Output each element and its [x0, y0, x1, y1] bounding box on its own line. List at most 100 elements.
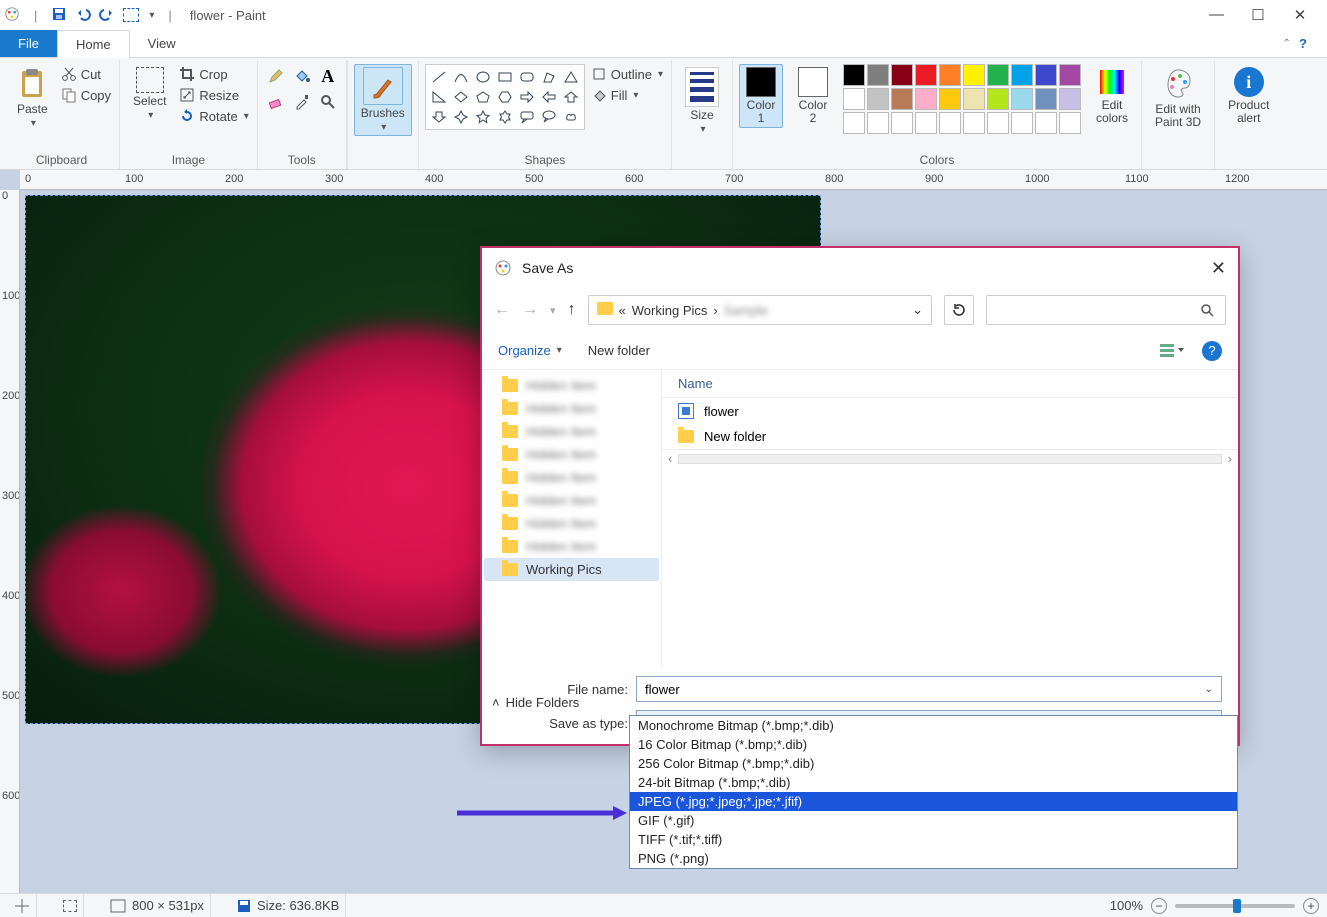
resize-button[interactable]: Resize — [177, 85, 250, 105]
editcolors-button[interactable]: Edit colors — [1089, 64, 1135, 128]
palette-swatch[interactable] — [939, 88, 961, 110]
tab-file[interactable]: File — [0, 30, 57, 57]
tool-picker[interactable] — [290, 90, 314, 114]
palette-swatch[interactable] — [843, 112, 865, 134]
collapse-ribbon-icon[interactable]: ˆ — [1284, 36, 1289, 52]
view-icon[interactable] — [1160, 343, 1184, 359]
palette-swatch[interactable] — [891, 112, 913, 134]
breadcrumb-item-blurred[interactable]: Sample — [724, 303, 768, 318]
paste-dropdown-icon[interactable]: ▾ — [31, 118, 36, 129]
nav-up-icon[interactable]: ↑ — [568, 301, 576, 319]
saveastype-option[interactable]: TIFF (*.tif;*.tiff) — [630, 830, 1237, 849]
shape-hexagon[interactable] — [495, 88, 515, 106]
palette-swatch[interactable] — [867, 64, 889, 86]
palette-swatch[interactable] — [963, 64, 985, 86]
palette-swatch[interactable] — [1059, 64, 1081, 86]
help-icon[interactable]: ? — [1299, 36, 1307, 51]
qat-customize-icon[interactable]: ▾ — [149, 10, 154, 21]
tree-item[interactable]: Hidden Item — [484, 512, 659, 535]
crop-button[interactable]: Crop — [177, 64, 250, 84]
palette-swatch[interactable] — [843, 64, 865, 86]
palette-swatch[interactable] — [891, 64, 913, 86]
palette-row3[interactable] — [843, 112, 1081, 134]
paste-button[interactable]: Paste ▾ — [10, 64, 55, 132]
qat-select-icon[interactable] — [123, 8, 139, 22]
size-button[interactable]: Size ▾ — [678, 64, 726, 138]
hidefolders-button[interactable]: ˄ Hide Folders — [492, 695, 579, 710]
brushes-button[interactable]: Brushes ▾ — [354, 64, 412, 136]
tree-item[interactable]: Hidden Item — [484, 535, 659, 558]
palette-swatch[interactable] — [963, 88, 985, 110]
address-bar[interactable]: « Working Pics › Sample ⌄ — [588, 295, 932, 325]
saveastype-option[interactable]: 16 Color Bitmap (*.bmp;*.dib) — [630, 735, 1237, 754]
tree-item[interactable]: Hidden Item — [484, 420, 659, 443]
save-icon[interactable] — [51, 6, 67, 25]
rotate-dropdown-icon[interactable]: ▾ — [244, 111, 249, 122]
shape-oval[interactable] — [473, 68, 493, 86]
close-icon[interactable]: ✕ — [1293, 6, 1307, 24]
shape-right-triangle[interactable] — [429, 88, 449, 106]
fill-dropdown-icon[interactable]: ▾ — [633, 90, 638, 101]
palette-row2[interactable] — [843, 88, 1081, 110]
size-dropdown-icon[interactable]: ▾ — [701, 124, 706, 135]
file-row[interactable]: New folder — [662, 424, 1238, 449]
refresh-button[interactable] — [944, 295, 974, 325]
tree-item[interactable]: Hidden Item — [484, 397, 659, 420]
shape-callout[interactable] — [517, 108, 537, 126]
palette-swatch[interactable] — [843, 88, 865, 110]
file-row[interactable]: flower — [662, 398, 1238, 424]
fill-button[interactable]: Fill▾ — [589, 85, 665, 105]
shape-arrow-up[interactable] — [561, 88, 581, 106]
tab-view[interactable]: View — [130, 30, 194, 57]
palette-swatch[interactable] — [987, 64, 1009, 86]
palette-swatch[interactable] — [963, 112, 985, 134]
rotate-button[interactable]: Rotate ▾ — [177, 106, 250, 126]
shape-rect[interactable] — [495, 68, 515, 86]
scroll-left-icon[interactable]: ‹ — [668, 451, 672, 466]
undo-icon[interactable] — [75, 6, 91, 25]
color1-button[interactable]: Color 1 — [739, 64, 783, 128]
saveastype-option[interactable]: GIF (*.gif) — [630, 811, 1237, 830]
file-list[interactable]: Name flowerNew folder ‹ › — [662, 370, 1238, 668]
palette-swatch[interactable] — [867, 88, 889, 110]
tool-text[interactable]: A — [316, 64, 340, 88]
shape-arrow-right[interactable] — [517, 88, 537, 106]
shape-triangle[interactable] — [561, 68, 581, 86]
organize-button[interactable]: Organize ▾ — [498, 343, 562, 358]
shape-4star[interactable] — [451, 108, 471, 126]
tree-item[interactable]: Working Pics — [484, 558, 659, 581]
tree-item[interactable]: Hidden Item — [484, 374, 659, 397]
color2-button[interactable]: Color 2 — [791, 64, 835, 128]
outline-dropdown-icon[interactable]: ▾ — [658, 69, 663, 80]
select-dropdown-icon[interactable]: ▾ — [148, 110, 153, 121]
palette-swatch[interactable] — [1059, 112, 1081, 134]
saveastype-option[interactable]: 24-bit Bitmap (*.bmp;*.dib) — [630, 773, 1237, 792]
select-button[interactable]: Select ▾ — [126, 64, 173, 124]
outline-button[interactable]: Outline▾ — [589, 64, 665, 84]
zoom-slider[interactable] — [1175, 904, 1295, 908]
shape-diamond[interactable] — [451, 88, 471, 106]
organize-dropdown-icon[interactable]: ▾ — [557, 345, 562, 356]
tool-fill[interactable] — [290, 64, 314, 88]
palette-swatch[interactable] — [987, 88, 1009, 110]
palette-swatch[interactable] — [1011, 88, 1033, 110]
tool-magnifier[interactable] — [316, 90, 340, 114]
shapes-gallery[interactable] — [425, 64, 585, 130]
palette-row1[interactable] — [843, 64, 1081, 86]
shape-polygon[interactable] — [539, 68, 559, 86]
maximize-icon[interactable]: ☐ — [1251, 6, 1265, 24]
tree-item[interactable]: Hidden Item — [484, 489, 659, 512]
palette-swatch[interactable] — [1011, 112, 1033, 134]
tab-home[interactable]: Home — [57, 30, 130, 58]
shape-arrow-down[interactable] — [429, 108, 449, 126]
saveastype-option[interactable]: JPEG (*.jpg;*.jpeg;*.jpe;*.jfif) — [630, 792, 1237, 811]
copy-button[interactable]: Copy — [59, 85, 113, 105]
palette-swatch[interactable] — [1035, 112, 1057, 134]
tool-pencil[interactable] — [264, 64, 288, 88]
filename-dropdown-icon[interactable]: ⌄ — [1205, 684, 1213, 695]
tool-eraser[interactable] — [264, 90, 288, 114]
saveastype-option[interactable]: Monochrome Bitmap (*.bmp;*.dib) — [630, 716, 1237, 735]
productalert-button[interactable]: i Product alert — [1221, 64, 1276, 128]
filename-input[interactable]: flower ⌄ — [636, 676, 1222, 702]
breadcrumb-overflow[interactable]: « — [619, 303, 626, 318]
